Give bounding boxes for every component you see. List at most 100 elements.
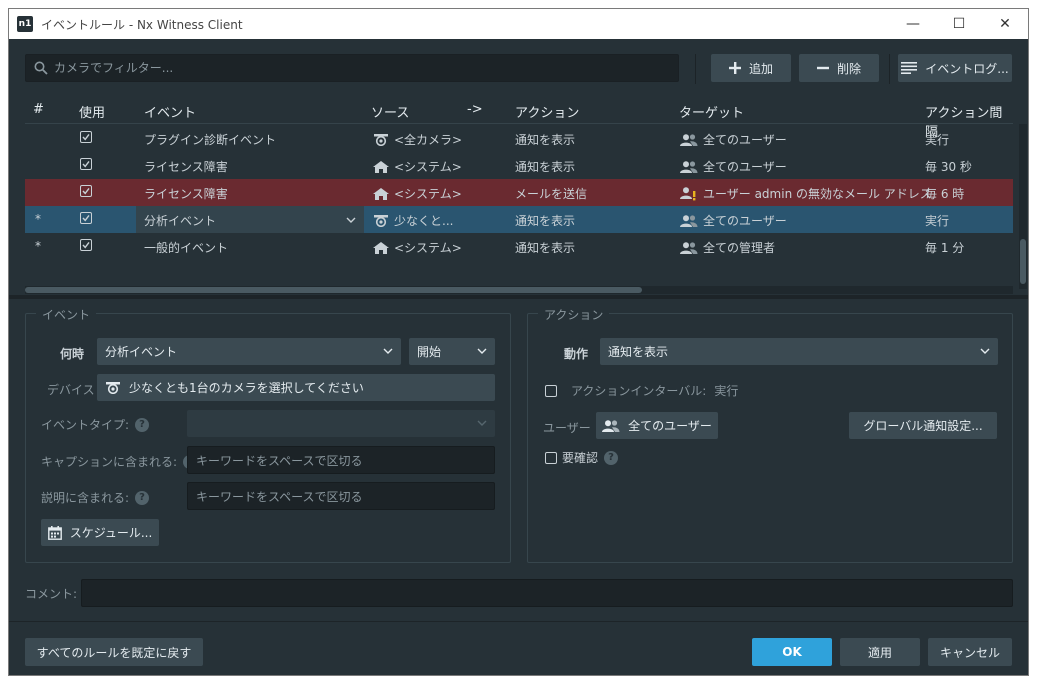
row-source: 少なくと... xyxy=(373,212,453,229)
row-event: ライセンス障害 xyxy=(144,187,228,201)
global-notification-settings-label: グローバル通知設定... xyxy=(863,419,983,433)
row-source-label: 少なくと... xyxy=(394,214,454,228)
camera-filter-input[interactable] xyxy=(54,61,654,75)
row-event: 分析イベント xyxy=(144,214,217,228)
row-event: プラグイン診断イベント xyxy=(144,133,277,147)
row-event-dropdown[interactable]: 分析イベント xyxy=(136,206,364,233)
chevron-down-icon xyxy=(477,420,487,426)
row-event: ライセンス障害 xyxy=(144,160,228,174)
list-icon xyxy=(901,62,918,74)
users-icon xyxy=(602,419,620,432)
col-header-number[interactable]: # xyxy=(33,102,44,117)
event-type-combobox[interactable]: 分析イベント xyxy=(97,338,401,365)
device-select-button[interactable]: 少なくとも1台のカメラを選択してください xyxy=(97,374,495,401)
table-row-selected[interactable]: * 分析イベント 少なくと... 通知を表示 全てのユーザー 実行 xyxy=(25,206,1013,233)
users-icon xyxy=(680,241,698,254)
col-header-source[interactable]: ソース xyxy=(371,102,409,121)
table-row[interactable]: ライセンス障害 <システム> 通知を表示 全てのユーザー 毎 30 秒 xyxy=(25,152,1013,179)
comment-label: コメント: xyxy=(25,587,78,601)
cancel-label: キャンセル xyxy=(939,645,1000,660)
col-header-event[interactable]: イベント xyxy=(144,102,196,121)
col-header-target[interactable]: ターゲット xyxy=(679,102,744,121)
dialog-footer: すべてのルールを既定に戻す OK 適用 キャンセル xyxy=(9,621,1028,675)
row-target-label: 全てのユーザー xyxy=(703,133,787,147)
table-horizontal-scrollbar[interactable] xyxy=(25,286,1013,294)
schedule-label: スケジュール... xyxy=(69,526,153,540)
row-target: 全てのユーザー xyxy=(680,212,787,229)
analytics-event-type-combobox[interactable] xyxy=(187,410,495,437)
close-button[interactable]: ✕ xyxy=(982,9,1028,39)
maximize-button[interactable]: ☐ xyxy=(936,9,982,39)
event-log-button[interactable]: イベントログ... xyxy=(898,54,1012,82)
action-interval-checkbox[interactable] xyxy=(545,384,557,397)
help-icon[interactable]: ? xyxy=(604,450,619,465)
ok-button[interactable]: OK xyxy=(752,638,832,666)
require-confirmation-row: 要確認 ? xyxy=(545,449,619,466)
chevron-down-icon xyxy=(980,348,990,354)
users-select-button[interactable]: 全てのユーザー xyxy=(596,412,718,439)
delete-rule-button[interactable]: 削除 xyxy=(799,54,879,82)
cancel-button[interactable]: キャンセル xyxy=(928,638,1012,666)
apply-button[interactable]: 適用 xyxy=(840,638,920,666)
event-rules-window: n1 イベントルール - Nx Witness Client — ☐ ✕ 追加 … xyxy=(8,8,1029,676)
row-target: 全てのユーザー xyxy=(680,158,787,175)
caption-keywords-input[interactable]: キーワードをスペースで区切る xyxy=(187,446,495,474)
row-enabled-checkbox[interactable] xyxy=(80,212,92,224)
caption-placeholder: キーワードをスペースで区切る xyxy=(196,453,363,468)
description-keywords-input[interactable]: キーワードをスペースで区切る xyxy=(187,482,495,510)
col-header-arrow[interactable]: -> xyxy=(467,102,483,117)
rules-table: # 使用 イベント ソース -> アクション ターゲット アクション間隔 プラグ… xyxy=(25,94,1013,292)
action-type-combobox[interactable]: 通知を表示 xyxy=(600,338,998,365)
action-panel: アクション 動作 通知を表示 アクションインターバル: 実行 ユーザー 全てのユ… xyxy=(527,306,1013,563)
action-interval-label: アクションインターバル: xyxy=(571,384,707,398)
row-enabled-checkbox[interactable] xyxy=(80,131,92,143)
user-warning-icon xyxy=(680,186,696,200)
scrollbar-thumb[interactable] xyxy=(1020,239,1026,284)
schedule-button[interactable]: スケジュール... xyxy=(41,519,159,546)
event-state-combobox[interactable]: 開始 xyxy=(409,338,495,365)
minimize-button[interactable]: — xyxy=(890,9,936,39)
require-confirmation-checkbox[interactable] xyxy=(545,451,557,464)
system-icon xyxy=(373,187,389,200)
col-header-action[interactable]: アクション xyxy=(515,102,579,121)
comment-input[interactable] xyxy=(81,579,1013,607)
row-enabled-checkbox[interactable] xyxy=(80,158,92,170)
row-target: 全てのユーザー xyxy=(680,131,787,148)
row-interval: 毎 6 時 xyxy=(925,187,965,201)
row-enabled-checkbox[interactable] xyxy=(80,239,92,251)
row-target-label: 全てのユーザー xyxy=(703,214,787,228)
add-rule-button[interactable]: 追加 xyxy=(711,54,791,82)
row-action: 通知を表示 xyxy=(515,241,576,255)
row-target-label: ユーザー admin の無効なメール アドレス xyxy=(703,187,932,201)
checkbox-icon xyxy=(80,158,92,170)
table-header: # 使用 イベント ソース -> アクション ターゲット アクション間隔 xyxy=(25,94,1013,140)
col-header-enabled[interactable]: 使用 xyxy=(79,102,105,121)
when-label: 何時 xyxy=(60,347,85,361)
global-notification-settings-button[interactable]: グローバル通知設定... xyxy=(849,412,997,439)
event-panel-title: イベント xyxy=(36,306,97,323)
help-icon[interactable]: ? xyxy=(135,490,150,505)
splitter[interactable] xyxy=(9,295,1028,299)
window-title: イベントルール - Nx Witness Client xyxy=(41,17,243,32)
table-vertical-scrollbar[interactable] xyxy=(1019,124,1027,289)
caption-label-text: キャプションに含まれる: xyxy=(41,455,178,469)
table-row[interactable]: * 一般的イベント <システム> 通知を表示 全ての管理者 毎 1 分 xyxy=(25,233,1013,260)
system-icon xyxy=(373,241,389,254)
scrollbar-thumb[interactable] xyxy=(25,287,642,293)
table-row[interactable]: プラグイン診断イベント <全カメラ> 通知を表示 全てのユーザー 実行 xyxy=(25,125,1013,152)
help-icon[interactable]: ? xyxy=(135,417,150,432)
description-label: 説明に含まれる: ? xyxy=(41,489,150,506)
table-row-error[interactable]: ライセンス障害 <システム> メールを送信 ユーザー admin の無効なメール… xyxy=(25,179,1013,206)
row-enabled-checkbox[interactable] xyxy=(80,185,92,197)
checkbox-icon xyxy=(80,212,92,224)
delete-rule-label: 削除 xyxy=(836,61,861,76)
row-source: <システム> xyxy=(373,239,462,256)
event-type-value: 分析イベント xyxy=(105,345,178,359)
camera-filter-search[interactable] xyxy=(25,54,679,82)
reset-rules-button[interactable]: すべてのルールを既定に戻す xyxy=(25,638,203,666)
row-event: 一般的イベント xyxy=(144,241,229,255)
row-source-label: <システム> xyxy=(394,187,462,201)
reset-rules-label: すべてのルールを既定に戻す xyxy=(36,645,192,660)
action-interval-row: アクションインターバル: 実行 xyxy=(545,382,738,399)
row-target-label: 全ての管理者 xyxy=(703,241,776,255)
